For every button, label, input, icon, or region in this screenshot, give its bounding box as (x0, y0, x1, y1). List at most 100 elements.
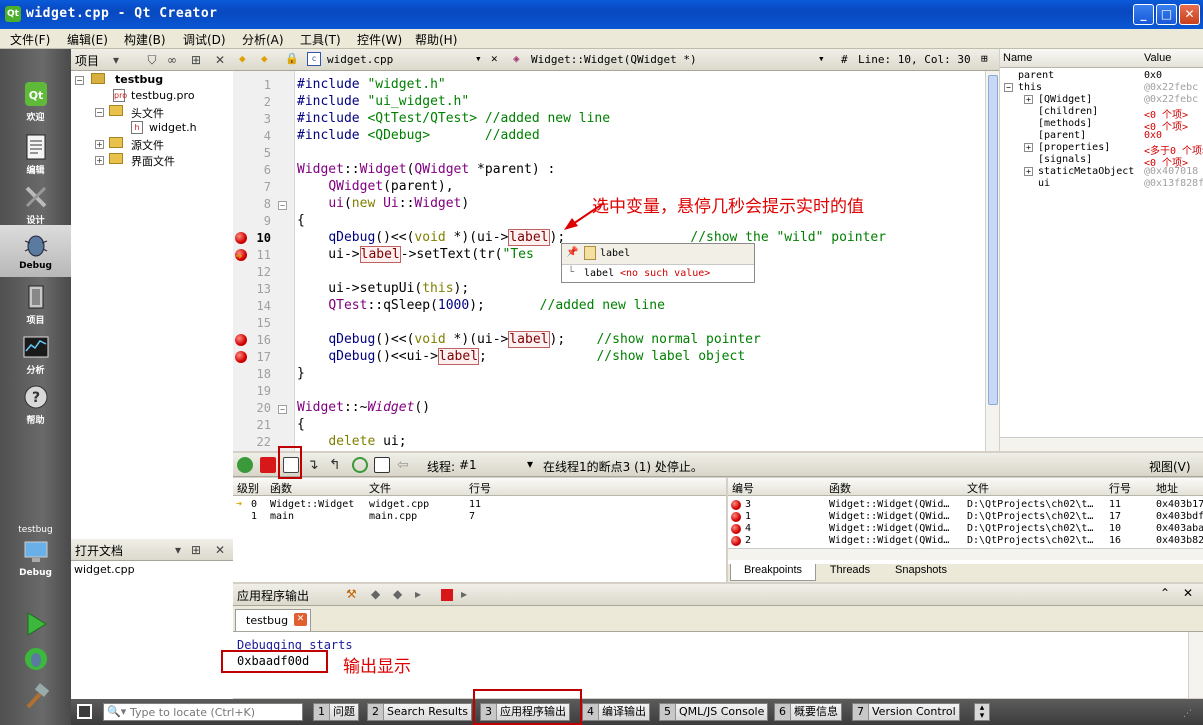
expand-icon[interactable]: + (1024, 167, 1033, 176)
stack-row[interactable]: 1 main main.cpp 7 (233, 511, 726, 523)
menu-debug[interactable]: 调试(D) (183, 31, 226, 48)
close-panel-icon[interactable]: ✕ (213, 543, 227, 557)
breakpoint-enabled-icon[interactable] (731, 524, 741, 534)
scrollbar-thumb[interactable] (988, 75, 998, 405)
dropdown-arrow-icon[interactable]: ▾ (109, 53, 123, 67)
stop-icon[interactable] (441, 589, 453, 601)
stop-debugger-icon[interactable] (260, 457, 276, 473)
tab-breakpoints[interactable]: Breakpoints (730, 564, 816, 581)
locals-row[interactable]: + [properties] <多于0 个项> (1000, 142, 1203, 157)
breakpoint-enabled-icon[interactable] (731, 500, 741, 510)
expand-icon[interactable]: + (95, 156, 104, 165)
continue-icon[interactable] (237, 457, 253, 473)
output-tab-compile-output[interactable]: 4 编译输出 (582, 703, 650, 721)
file-selector[interactable]: widget.cpp (327, 53, 393, 66)
bp-col-line[interactable]: 行号 (1109, 480, 1131, 496)
instruction-mode-icon[interactable] (374, 457, 390, 473)
forward-arrow-icon[interactable]: ◆ (261, 52, 268, 65)
open-document-item[interactable]: widget.cpp (74, 563, 135, 576)
locals-name-header[interactable]: Name (1003, 52, 1032, 64)
close-tab-icon[interactable]: ✕ (294, 613, 307, 626)
tab-threads[interactable]: Threads (820, 564, 880, 580)
output-vertical-scrollbar[interactable] (1188, 632, 1203, 698)
editor-vertical-scrollbar[interactable] (985, 71, 999, 451)
breakpoint-marker-icon[interactable] (235, 351, 247, 363)
locals-row[interactable]: parent 0x0 (1000, 70, 1203, 82)
start-debugging-button[interactable] (0, 639, 71, 673)
thread-dropdown-arrow-icon[interactable]: ▾ (527, 457, 533, 471)
restart-icon[interactable] (352, 457, 368, 473)
breakpoint-enabled-icon[interactable] (731, 512, 741, 522)
breakpoint-marker-icon[interactable] (235, 232, 247, 244)
toggle-sidebar-icon[interactable] (77, 704, 92, 719)
expand-icon[interactable]: + (95, 140, 104, 149)
fold-toggle-icon[interactable]: − (278, 201, 287, 210)
split-icon[interactable]: ⊞ (981, 52, 988, 65)
attach-debugger-icon[interactable]: ▸ (461, 587, 467, 601)
menu-help[interactable]: 帮助(H) (415, 31, 457, 48)
mode-analyze[interactable]: 分析 (0, 327, 71, 377)
breakpoint-row[interactable]: 2 Widget::Widget(QWid… D:\QtProjects\ch02\… (728, 535, 1203, 547)
breakpoint-row[interactable]: 3 Widget::Widget(QWid… D:\QtProjects\ch02\… (728, 499, 1203, 511)
mode-design[interactable]: 设计 (0, 177, 71, 227)
output-tab-search-results[interactable]: 2 Search Results (367, 703, 473, 721)
locals-row[interactable]: [methods] <0 个项> (1000, 118, 1203, 133)
run-button[interactable] (0, 604, 71, 638)
bp-col-function[interactable]: 函数 (829, 480, 851, 496)
breakpoints-horizontal-scrollbar[interactable] (728, 548, 1203, 560)
filter-icon[interactable]: ⛉ (145, 53, 159, 67)
breakpoint-marker-icon[interactable] (235, 334, 247, 346)
breakpoint-enabled-icon[interactable] (731, 536, 741, 546)
minimize-button[interactable]: _ (1133, 4, 1154, 25)
split-icon[interactable]: ⊞ (189, 53, 203, 67)
collapse-icon[interactable]: − (95, 108, 104, 117)
fold-toggle-icon[interactable]: − (278, 405, 287, 414)
menu-edit[interactable]: 编辑(E) (67, 31, 108, 48)
breakpoint-row[interactable]: 1 Widget::Widget(QWid… D:\QtProjects\ch02\… (728, 511, 1203, 523)
close-button[interactable]: ✕ (1179, 4, 1200, 25)
expand-icon[interactable]: + (1024, 143, 1033, 152)
pin-icon[interactable]: 📌 (566, 247, 578, 258)
bp-col-number[interactable]: 编号 (732, 480, 754, 496)
locate-input[interactable]: 🔍▾ Type to locate (Ctrl+K) (103, 703, 303, 721)
mode-edit[interactable]: 编辑 (0, 127, 71, 177)
output-tab-version-control[interactable]: 7 Version Control (852, 703, 960, 721)
file-dropdown-arrow-icon[interactable]: ▾ (475, 52, 482, 65)
locals-horizontal-scrollbar[interactable] (1000, 437, 1203, 451)
breakpoint-row[interactable]: 4 Widget::Widget(QWid… D:\QtProjects\ch02\… (728, 523, 1203, 535)
maximize-button[interactable]: □ (1156, 4, 1177, 25)
close-pane-icon[interactable]: ✕ (1183, 586, 1193, 600)
next-icon[interactable]: ◆ (393, 587, 402, 601)
step-out-icon[interactable]: ↰ (329, 457, 345, 473)
dropdown-arrow-icon[interactable]: ▾ (171, 543, 185, 557)
locals-row[interactable]: + staticMetaObject @0x407018 (1000, 166, 1203, 178)
hover-value-tooltip[interactable]: 📌 label └ label <no such value> (561, 243, 755, 283)
locals-row[interactable]: + [QWidget] @0x22febc (1000, 94, 1203, 106)
stack-col-file[interactable]: 文件 (369, 480, 391, 496)
back-arrow-icon[interactable]: ◆ (239, 52, 246, 65)
stack-col-line[interactable]: 行号 (469, 480, 491, 496)
mode-help[interactable]: ? 帮助 (0, 377, 71, 427)
build-button[interactable] (0, 677, 71, 717)
stack-col-function[interactable]: 函数 (270, 480, 292, 496)
code-editor[interactable]: 1 2 3 4 5 6 7 8 9 10 11 12 13 14 15 16 1… (233, 71, 999, 451)
locals-row[interactable]: ui @0x13f828f (1000, 178, 1203, 190)
thread-selector[interactable]: #1 (459, 458, 477, 472)
mode-debug[interactable]: Debug (0, 225, 71, 277)
output-tab-qml-console[interactable]: 5 QML/JS Console (659, 703, 769, 721)
rerun-icon[interactable]: ▸ (415, 587, 421, 601)
close-file-icon[interactable]: ✕ (491, 52, 498, 65)
close-panel-icon[interactable]: ✕ (213, 53, 227, 67)
mode-project[interactable]: 项目 (0, 277, 71, 327)
menu-file[interactable]: 文件(F) (10, 31, 50, 48)
prev-icon[interactable]: ◆ (371, 587, 380, 601)
step-into-icon[interactable]: ↴ (307, 457, 323, 473)
locals-row[interactable]: [parent] 0x0 (1000, 130, 1203, 142)
maximize-pane-icon[interactable]: ⌃ (1160, 586, 1170, 600)
mode-welcome[interactable]: Qt 欢迎 (0, 74, 71, 124)
output-tab-testbug[interactable]: testbug ✕ (235, 609, 311, 631)
symbol-dropdown-arrow-icon[interactable]: ▾ (818, 52, 825, 65)
menu-build[interactable]: 构建(B) (124, 31, 166, 48)
menu-tools[interactable]: 工具(T) (300, 31, 341, 48)
reverse-direction-icon[interactable]: ⇦ (397, 457, 413, 473)
